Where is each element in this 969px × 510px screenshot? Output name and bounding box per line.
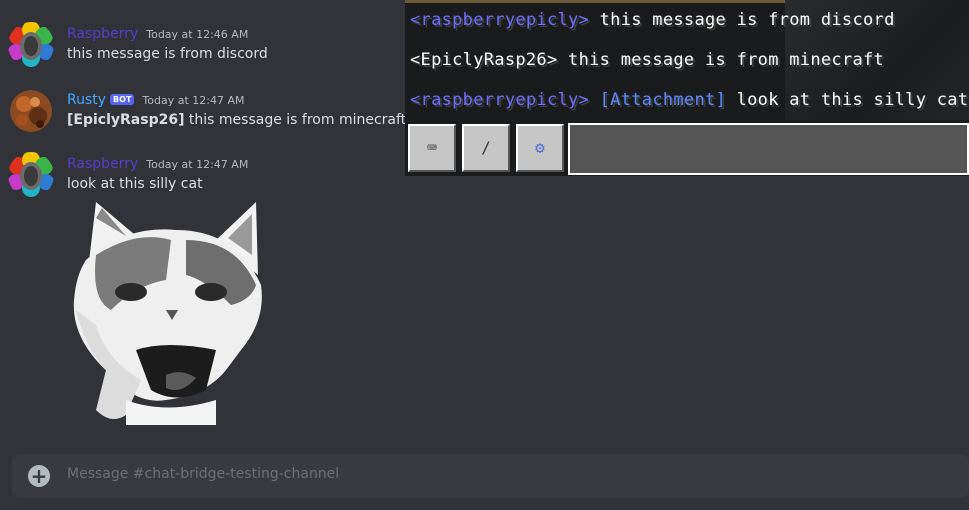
avatar[interactable] [10,90,52,132]
message-header: Rusty BOT Today at 12:47 AM [67,92,244,108]
message-text: this message is from discord [67,46,268,62]
settings-gear-icon[interactable]: ⚙ [516,124,564,172]
avatar[interactable] [8,22,54,68]
cat-image-attachment[interactable] [66,200,266,425]
timestamp: Today at 12:47 AM [142,94,245,107]
plus-circle-icon[interactable]: + [28,465,50,487]
slash-command-icon[interactable]: / [462,124,510,172]
message-text-body: this message is from minecraft [184,112,407,128]
timestamp: Today at 12:47 AM [146,158,249,171]
minecraft-player-name: <EpiclyRasp26> [410,50,558,70]
keyboard-icon[interactable]: ⌨ [408,124,456,172]
message-text: [EpiclyRasp26] this message is from mine… [67,112,406,128]
message-header: Raspberry Today at 12:47 AM [67,156,248,172]
bot-badge: BOT [110,94,135,105]
message-text: look at this silly cat [67,176,203,192]
message-composer: + Message #chat-bridge-testing-channel [12,454,969,498]
avatar[interactable] [8,152,54,198]
minecraft-chat-line: <raspberryepicly> [Attachment] look at t… [410,90,968,110]
timestamp: Today at 12:46 AM [146,28,249,41]
minecraft-chat-text: look at this silly cat [726,90,969,110]
author-name[interactable]: Rusty [67,92,106,108]
message-header: Raspberry Today at 12:46 AM [67,26,248,42]
message-input[interactable]: Message #chat-bridge-testing-channel [67,466,339,482]
minecraft-attachment-link[interactable]: [Attachment] [600,90,726,110]
minecraft-player-name: <raspberryepicly> [410,90,590,110]
minecraft-chat-line: <raspberryepicly> this message is from d… [410,10,895,30]
author-name[interactable]: Raspberry [67,26,138,42]
minecraft-player-name: <raspberryepicly> [410,10,590,30]
minecraft-chat-input[interactable] [568,123,969,175]
author-name[interactable]: Raspberry [67,156,138,172]
message-bold-prefix: [EpiclyRasp26] [67,112,185,128]
minecraft-chat-text: this message is from discord [589,10,895,30]
minecraft-chat-overlay: <raspberryepicly> this message is from d… [405,0,969,176]
minecraft-chat-line: <EpiclyRasp26> this message is from mine… [410,50,884,70]
minecraft-chat-text: this message is from minecraft [557,50,885,70]
